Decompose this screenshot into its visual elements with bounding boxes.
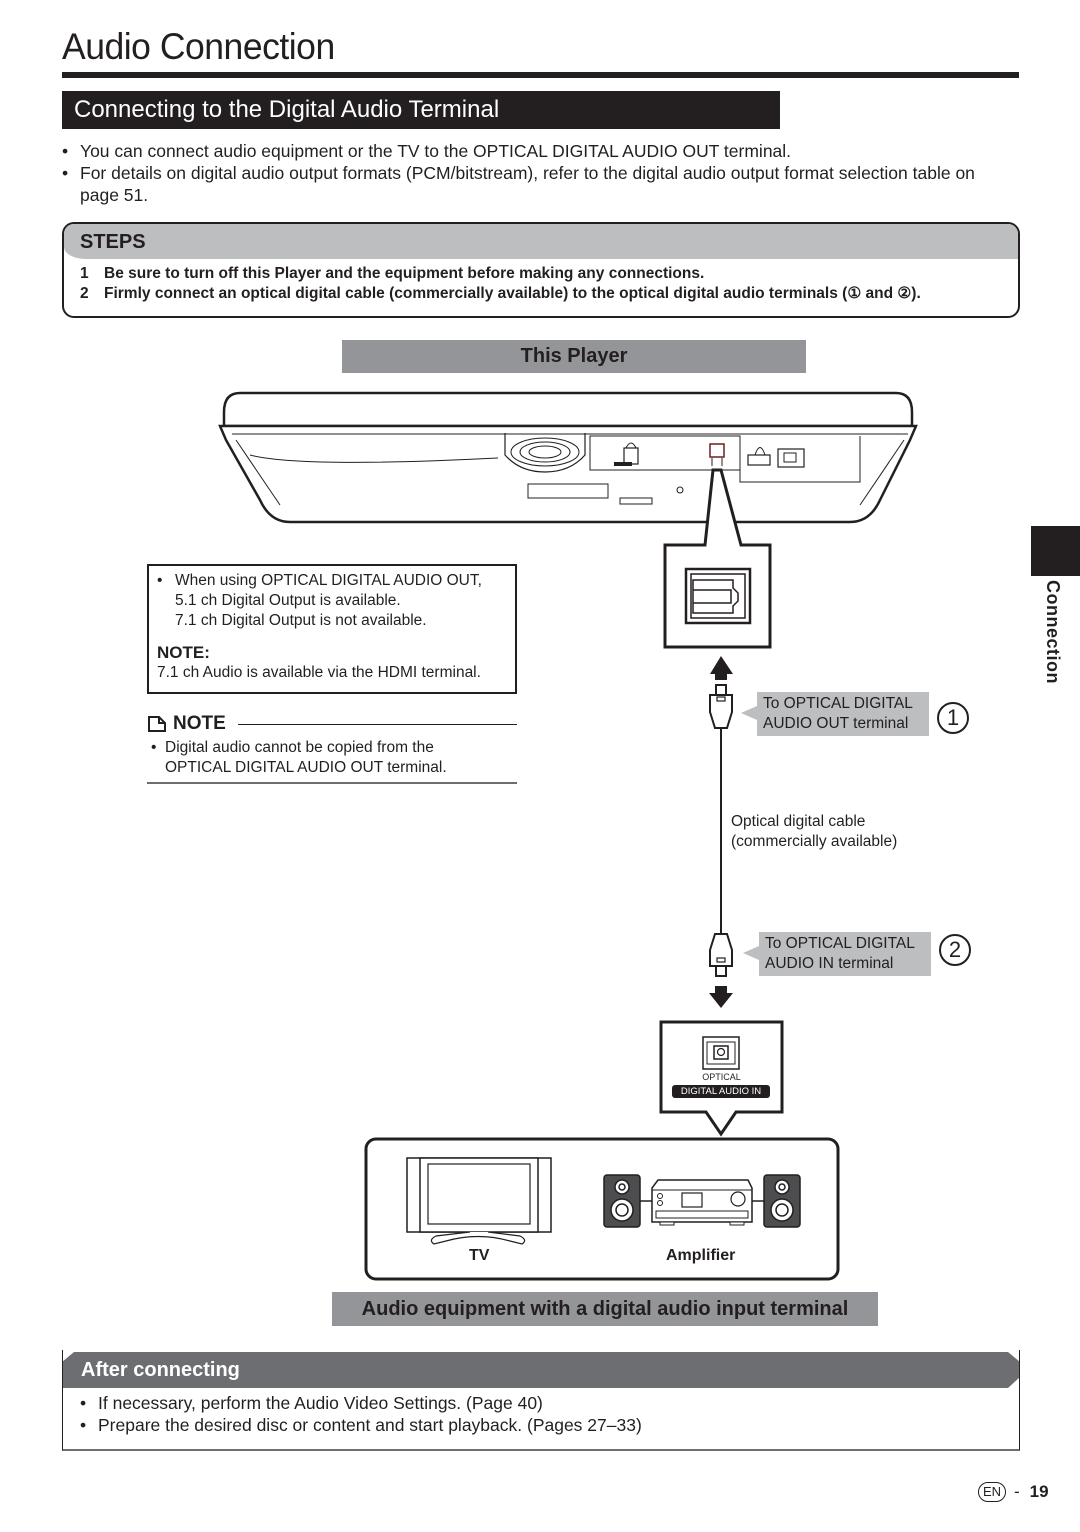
note-section: NOTE • Digital audio cannot be copied fro… [147, 710, 517, 778]
cable-label: Optical digital cable (commercially avai… [731, 813, 898, 850]
marker-2: 2 [939, 934, 971, 966]
note-heading: NOTE: [157, 643, 210, 662]
equipment-label: Audio equipment with a digital audio inp… [332, 1292, 878, 1326]
note-heading: NOTE [173, 713, 226, 734]
note-icon [148, 716, 166, 732]
page-footer: EN - 19 [978, 1482, 1049, 1502]
callout-optical-in: To OPTICAL DIGITAL AUDIO IN terminal [743, 932, 931, 976]
after-connecting-heading: After connecting [81, 1359, 240, 1381]
list-item: • Prepare the desired disc or content and… [80, 1415, 642, 1435]
list-item: • If necessary, perform the Audio Video S… [80, 1393, 543, 1413]
amplifier-label: Amplifier [666, 1247, 736, 1264]
player-rear-illustration [218, 391, 918, 524]
language-badge: EN [978, 1482, 1006, 1502]
side-tab-marker [1031, 526, 1080, 576]
tv-icon [406, 1157, 552, 1245]
note-rule [237, 723, 517, 725]
tv-label: TV [469, 1247, 490, 1264]
arrow-down-icon [709, 986, 733, 1008]
page-number: 19 [1029, 1482, 1049, 1501]
terminal-optical-label: OPTICAL [702, 1072, 741, 1082]
marker-1: 1 [937, 702, 969, 734]
optical-plug-icon [709, 684, 733, 729]
output-info-box: • When using OPTICAL DIGITAL AUDIO OUT, 5… [147, 564, 517, 694]
after-connecting-list: • If necessary, perform the Audio Video S… [80, 1392, 642, 1436]
equipment-box [364, 1137, 840, 1281]
note-bottom-rule [147, 782, 517, 784]
arrow-up-icon [710, 656, 733, 680]
amplifier-icon [603, 1174, 801, 1228]
optical-plug-icon [709, 933, 733, 977]
side-tab-label: Connection [1043, 580, 1063, 684]
terminal-digital-audio-in-label: DIGITAL AUDIO IN [680, 1086, 762, 1097]
callout-optical-out: To OPTICAL DIGITAL AUDIO OUT terminal [741, 692, 929, 736]
